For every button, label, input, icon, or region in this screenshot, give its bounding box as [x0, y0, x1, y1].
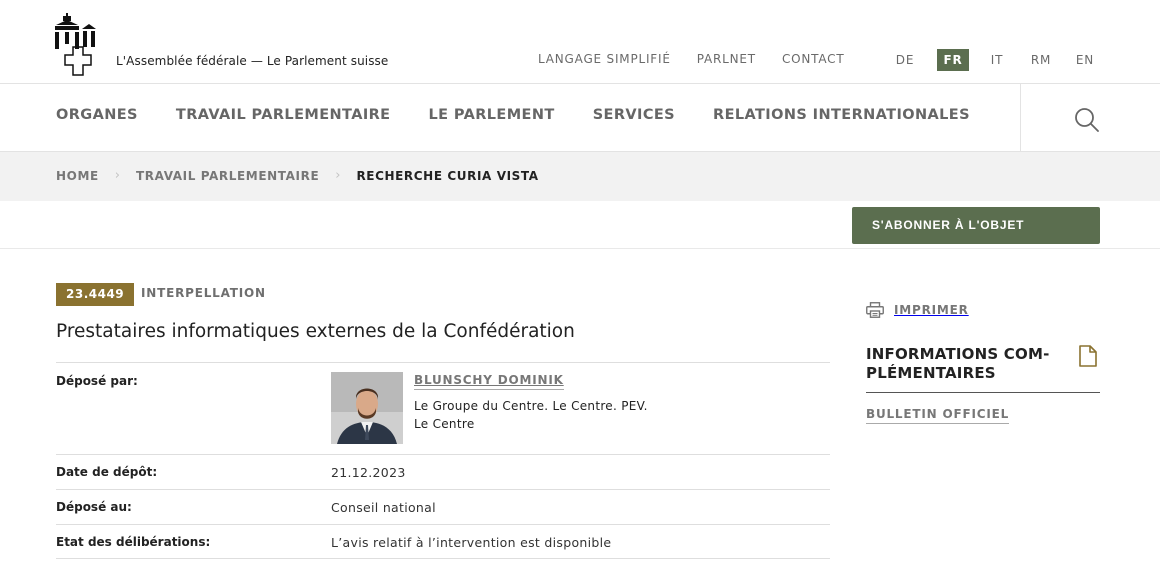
site-header: L'Assemblée fédérale — Le Parlement suis… [0, 0, 1160, 84]
council-value: Conseil national [331, 500, 436, 515]
author-name-link[interactable]: BLUNSCHY DOMINIK [414, 373, 564, 390]
service-nav: LANGAGE SIMPLIFIÉ PARLNET CONTACT [538, 52, 870, 66]
lang-it[interactable]: IT [985, 49, 1009, 71]
author-label: Déposé par: [56, 374, 138, 388]
business-number-badge: 23.4449 [56, 283, 135, 306]
nav-item-services[interactable]: SERVICES [593, 107, 675, 123]
search-icon [1075, 108, 1099, 132]
business-type: INTERPELLATION [141, 286, 266, 300]
bulletin-officiel-link[interactable]: BULLETIN OFFICIEL [866, 407, 1010, 424]
breadcrumb-travail-parlementaire[interactable]: TRAVAIL PARLEMENTAIRE [136, 169, 319, 183]
printer-icon [866, 302, 884, 318]
search-button[interactable] [1020, 84, 1160, 151]
subscribe-button[interactable]: S'ABONNER À L'OBJET [852, 207, 1100, 244]
chevron-right-icon: › [114, 168, 120, 183]
breadcrumb-current: RECHERCHE CURIA VISTA [356, 168, 539, 183]
lang-fr[interactable]: FR [937, 49, 969, 71]
divider [866, 392, 1100, 393]
detail-row-author: Déposé par: BLUNSCHY DOMINIK Le Groupe d… [56, 362, 830, 454]
council-label: Déposé au: [56, 500, 132, 514]
info-heading-line1: INFORMATIONS COM- [866, 345, 1050, 363]
service-link-simple-language[interactable]: LANGAGE SIMPLIFIÉ [538, 52, 671, 66]
language-switcher: DE FR IT RM EN [893, 49, 1117, 71]
detail-row-date: Date de dépôt: 21.12.2023 [56, 454, 830, 489]
nav-item-travail-parlementaire[interactable]: TRAVAIL PARLEMENTAIRE [176, 107, 391, 123]
document-icon [1079, 345, 1097, 367]
main-nav: ORGANES TRAVAIL PARLEMENTAIRE LE PARLEME… [0, 84, 1160, 152]
status-label: Etat des délibérations: [56, 535, 211, 549]
page-title: Prestataires informatiques externes de l… [56, 321, 575, 342]
status-value: L’avis relatif à l’intervention est disp… [331, 535, 612, 550]
lang-de[interactable]: DE [893, 49, 917, 71]
additional-info-heading: INFORMATIONS COM- PLÉMENTAIRES [866, 345, 1066, 383]
business-details: Déposé par: BLUNSCHY DOMINIK Le Groupe d… [56, 362, 830, 559]
breadcrumb-home[interactable]: HOME [56, 169, 99, 183]
service-link-parlnet[interactable]: PARLNET [697, 52, 756, 66]
author-avatar [331, 372, 403, 444]
detail-row-status: Etat des délibérations: L’avis relatif à… [56, 524, 830, 559]
action-bar: S'ABONNER À L'OBJET [0, 201, 1160, 249]
site-name: L'Assemblée fédérale — Le Parlement suis… [116, 54, 389, 68]
date-label: Date de dépôt: [56, 465, 158, 479]
nav-item-organes[interactable]: ORGANES [56, 107, 138, 123]
lang-en[interactable]: EN [1073, 49, 1097, 71]
lang-rm[interactable]: RM [1029, 49, 1053, 71]
author-party: Le Centre [414, 417, 475, 431]
chevron-right-icon: › [335, 168, 341, 183]
federal-assembly-logo[interactable] [53, 13, 105, 77]
author-group: Le Groupe du Centre. Le Centre. PEV. [414, 399, 648, 413]
date-value: 21.12.2023 [331, 465, 406, 480]
print-link[interactable]: IMPRIMER [866, 302, 969, 318]
info-heading-line2: PLÉMENTAIRES [866, 364, 996, 382]
print-label: IMPRIMER [894, 303, 969, 317]
nav-item-relations-internationales[interactable]: RELATIONS INTERNATIONALES [713, 107, 970, 123]
breadcrumb: HOME › TRAVAIL PARLEMENTAIRE › RECHERCHE… [0, 152, 1160, 201]
service-link-contact[interactable]: CONTACT [782, 52, 845, 66]
detail-row-council: Déposé au: Conseil national [56, 489, 830, 524]
nav-item-le-parlement[interactable]: LE PARLEMENT [429, 107, 555, 123]
